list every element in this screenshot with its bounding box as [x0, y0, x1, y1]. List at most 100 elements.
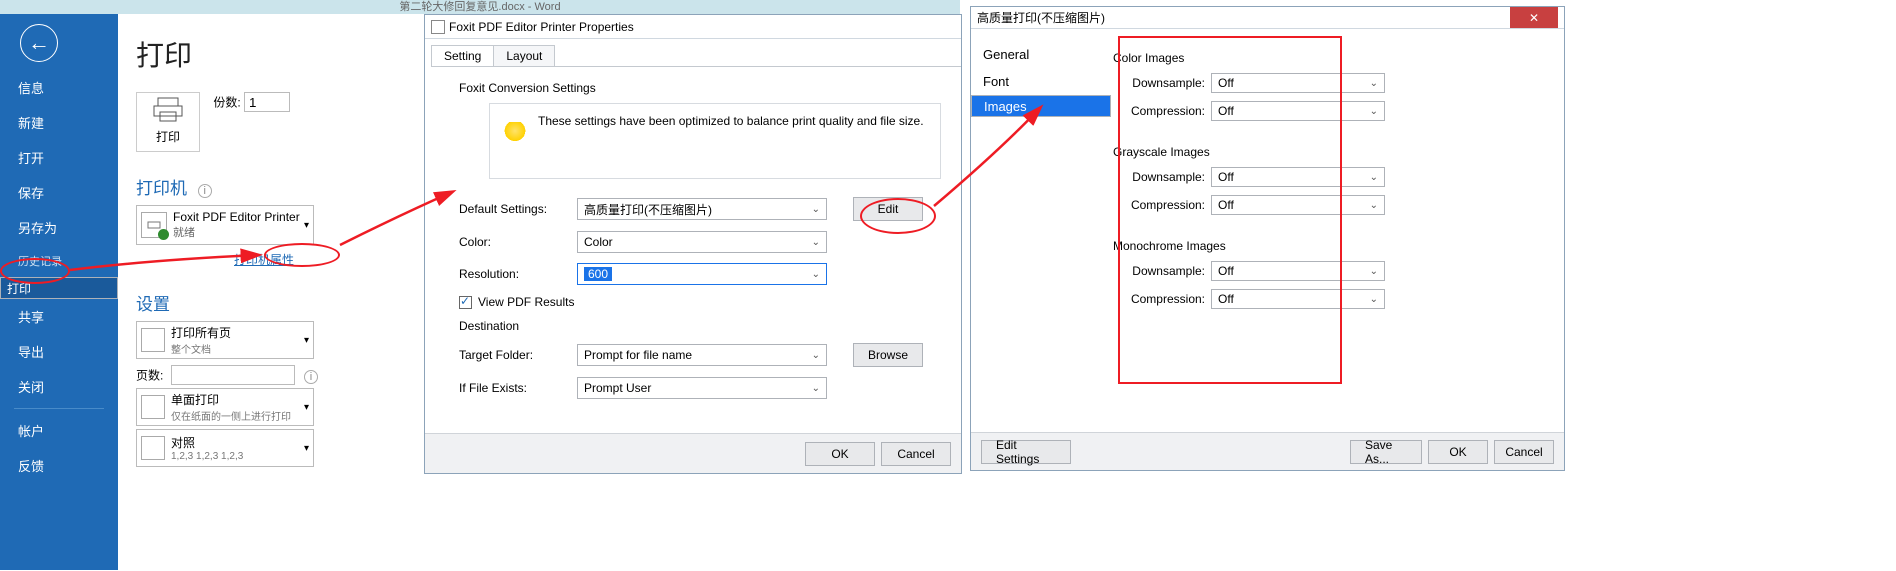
default-settings-label: Default Settings: — [459, 202, 577, 216]
word-title-bar: 第二轮大修回复意见.docx - Word — [0, 0, 960, 14]
hq-ok-button[interactable]: OK — [1428, 440, 1488, 464]
color-downsample-label: Downsample: — [1111, 76, 1205, 90]
edit-settings-button[interactable]: Edit Settings — [981, 440, 1071, 464]
nav-feedback[interactable]: 反馈 — [0, 448, 118, 483]
nav-open[interactable]: 打开 — [0, 140, 118, 175]
tab-setting[interactable]: Setting — [431, 45, 494, 66]
chevron-down-icon: ⌄ — [1370, 106, 1378, 117]
word-backstage-nav: ← 信息 新建 打开 保存 另存为 历史记录 打印 共享 导出 关闭 帐户 反馈 — [0, 14, 118, 570]
pages-row: 页数: i — [136, 365, 418, 385]
foxit-dialog: Foxit PDF Editor Printer Properties Sett… — [424, 14, 962, 474]
mono-downsample-select[interactable]: Off ⌄ — [1211, 261, 1385, 281]
nav-save[interactable]: 保存 — [0, 175, 118, 210]
default-settings-select[interactable]: 高质量打印(不压缩图片) ⌄ — [577, 198, 827, 220]
mono-compression-label: Compression: — [1111, 292, 1205, 306]
if-exists-label: If File Exists: — [459, 381, 577, 395]
resolution-value: 600 — [584, 267, 612, 281]
chevron-down-icon: ⌄ — [812, 204, 820, 215]
chevron-down-icon: ▾ — [304, 220, 309, 231]
nav-share[interactable]: 共享 — [0, 299, 118, 334]
grp-color-title: Color Images — [1113, 51, 1554, 65]
pages-label: 页数: — [136, 369, 163, 383]
nav-history[interactable]: 历史记录 — [0, 245, 118, 277]
printer-status: 就绪 — [173, 224, 304, 240]
hq-nav-general[interactable]: General — [971, 41, 1111, 68]
mono-downsample-value: Off — [1218, 264, 1234, 278]
if-exists-select[interactable]: Prompt User ⌄ — [577, 377, 827, 399]
view-pdf-checkbox[interactable] — [459, 296, 472, 309]
big-print-button[interactable]: 打印 — [136, 92, 200, 152]
info-icon[interactable]: i — [304, 370, 318, 384]
hint-text: These settings have been optimized to ba… — [538, 114, 924, 128]
info-icon[interactable]: i — [198, 184, 212, 198]
color-downsample-select[interactable]: Off⌄ — [1211, 73, 1385, 93]
color-label: Color: — [459, 235, 577, 249]
nav-print[interactable]: 打印 — [0, 277, 118, 299]
nav-account[interactable]: 帐户 — [0, 413, 118, 448]
nav-export[interactable]: 导出 — [0, 334, 118, 369]
hq-nav-images[interactable]: Images — [971, 95, 1111, 117]
close-button[interactable]: ✕ — [1510, 7, 1558, 28]
hq-cancel-button[interactable]: Cancel — [1494, 440, 1554, 464]
lightbulb-icon — [504, 122, 526, 144]
pages-icon — [141, 328, 165, 352]
resolution-select[interactable]: 600 ⌄ — [577, 263, 827, 285]
foxit-ok-button[interactable]: OK — [805, 442, 875, 466]
color-value: Color — [584, 235, 613, 249]
tab-layout[interactable]: Layout — [493, 45, 555, 66]
nav-new[interactable]: 新建 — [0, 105, 118, 140]
edit-button[interactable]: Edit — [853, 197, 923, 221]
chevron-down-icon: ▾ — [304, 443, 309, 454]
browse-button[interactable]: Browse — [853, 343, 923, 367]
setting-one-sided[interactable]: 单面打印 仅在纸面的一侧上进行打印 ▾ — [136, 388, 314, 426]
setting-collate[interactable]: 对照 1,2,3 1,2,3 1,2,3 ▾ — [136, 429, 314, 467]
mono-compression-select[interactable]: Off ⌄ — [1211, 289, 1385, 309]
copies-group: 份数: — [213, 92, 290, 112]
gray-downsample-select[interactable]: Off⌄ — [1211, 167, 1385, 187]
printer-properties-link[interactable]: 打印机属性 — [234, 251, 294, 268]
settings-section-title: 设置 — [136, 295, 170, 314]
chevron-down-icon: ⌄ — [1370, 266, 1378, 277]
print-heading: 打印 — [136, 34, 418, 74]
printer-icon — [153, 97, 183, 123]
back-arrow[interactable]: ← — [20, 24, 58, 62]
mono-compression-value: Off — [1218, 292, 1234, 306]
chevron-down-icon: ⌄ — [1370, 294, 1378, 305]
chevron-down-icon: ⌄ — [812, 350, 820, 361]
color-downsample-value: Off — [1218, 76, 1234, 90]
hq-saveas-button[interactable]: Save As... — [1350, 440, 1422, 464]
hq-main: Color Images Downsample: Off ⌄ Compressio… — [1111, 29, 1564, 431]
printer-name: Foxit PDF Editor Printer — [173, 210, 304, 224]
foxit-titlebar: Foxit PDF Editor Printer Properties — [425, 15, 961, 39]
printer-select[interactable]: Foxit PDF Editor Printer 就绪 ▾ — [136, 205, 314, 245]
pages-input[interactable] — [171, 365, 295, 385]
if-exists-value: Prompt User — [584, 381, 651, 395]
chevron-down-icon: ⌄ — [812, 237, 820, 248]
target-folder-select[interactable]: Prompt for file name ⌄ — [577, 344, 827, 366]
nav-close[interactable]: 关闭 — [0, 369, 118, 404]
chevron-down-icon: ⌄ — [812, 383, 820, 394]
gray-compression-select[interactable]: Off⌄ — [1211, 195, 1385, 215]
gray-compression-label: Compression: — [1111, 198, 1205, 212]
grp-gray-title: Grayscale Images — [1113, 145, 1554, 159]
view-pdf-label: View PDF Results — [478, 295, 574, 309]
copies-input[interactable] — [244, 92, 290, 112]
foxit-cancel-button[interactable]: Cancel — [881, 442, 951, 466]
color-select[interactable]: Color ⌄ — [577, 231, 827, 253]
nav-saveas[interactable]: 另存为 — [0, 210, 118, 245]
nav-info[interactable]: 信息 — [0, 70, 118, 105]
setting-collate-sub: 1,2,3 1,2,3 1,2,3 — [171, 451, 304, 462]
hq-nav-font[interactable]: Font — [971, 68, 1111, 95]
target-folder-label: Target Folder: — [459, 348, 577, 362]
chevron-down-icon: ⌄ — [1370, 172, 1378, 183]
hq-dialog: 高质量打印(不压缩图片) ✕ General Font Images Color… — [970, 6, 1565, 471]
print-pane: 打印 打印 份数: 打印机 i Foxit PDF Editor Printer… — [118, 14, 418, 570]
destination-label: Destination — [459, 319, 949, 333]
copies-label: 份数: — [213, 96, 240, 110]
default-settings-value: 高质量打印(不压缩图片) — [584, 201, 712, 218]
app-icon — [431, 20, 445, 34]
setting-print-all[interactable]: 打印所有页 整个文档 ▾ — [136, 321, 314, 359]
hq-title: 高质量打印(不压缩图片) — [977, 9, 1105, 26]
color-compression-select[interactable]: Off⌄ — [1211, 101, 1385, 121]
gray-compression-value: Off — [1218, 198, 1234, 212]
